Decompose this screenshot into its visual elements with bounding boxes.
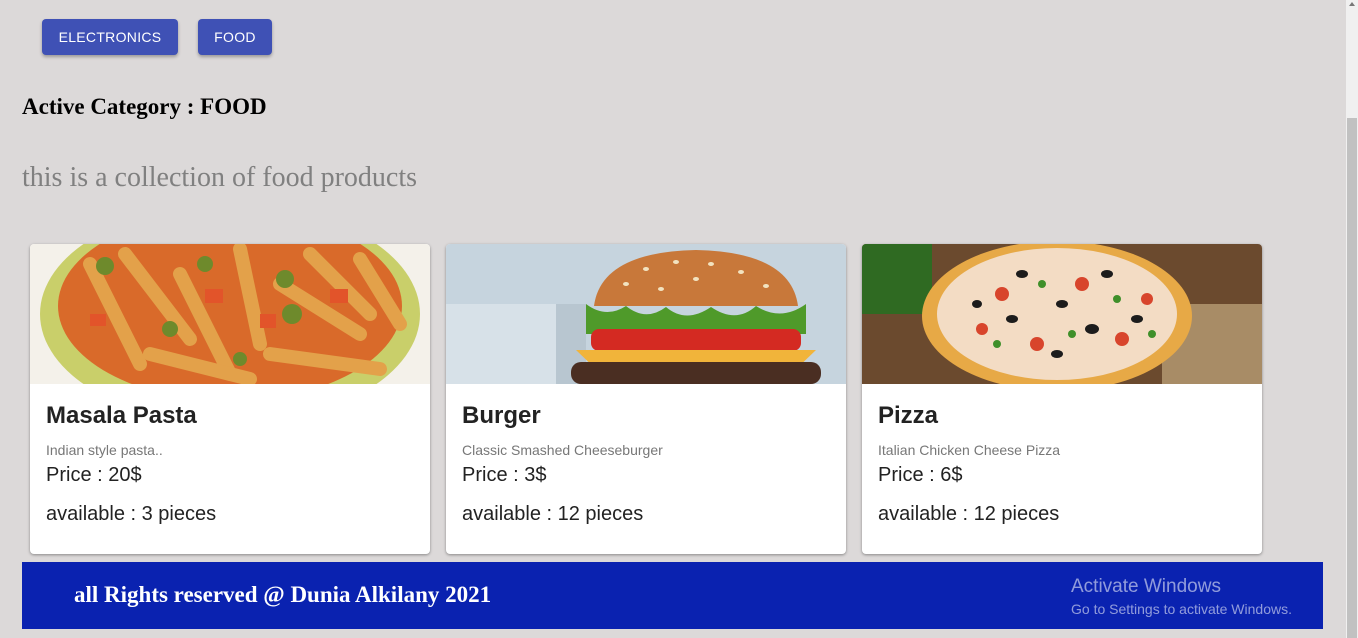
- vertical-scrollbar[interactable]: [1346, 0, 1358, 638]
- pizza-image: [862, 244, 1262, 384]
- electronics-category-button[interactable]: ELECTRONICS: [42, 19, 178, 55]
- watermark-title: Activate Windows: [1071, 576, 1221, 597]
- product-price: Price : 6$: [878, 464, 963, 486]
- product-card-burger[interactable]: Burger Classic Smashed Cheeseburger Pric…: [446, 244, 846, 554]
- product-description: Indian style pasta..: [46, 442, 163, 458]
- watermark-subtitle: Go to Settings to activate Windows.: [1071, 601, 1292, 617]
- scroll-up-arrow-icon[interactable]: [1349, 2, 1355, 6]
- product-name: Burger: [462, 402, 541, 429]
- product-availability: available : 12 pieces: [462, 503, 644, 525]
- product-name: Masala Pasta: [46, 402, 197, 429]
- product-price: Price : 3$: [462, 464, 547, 486]
- product-name: Pizza: [878, 402, 939, 429]
- burger-image: [446, 244, 846, 384]
- product-card-masala-pasta[interactable]: Masala Pasta Indian style pasta.. Price …: [30, 244, 430, 554]
- copyright-text: all Rights reserved @ Dunia Alkilany 202…: [74, 582, 492, 607]
- product-availability: available : 12 pieces: [878, 503, 1060, 525]
- food-category-button[interactable]: FOOD: [198, 19, 272, 55]
- pasta-image: [30, 244, 430, 384]
- scrollbar-thumb[interactable]: [1347, 118, 1357, 638]
- product-price: Price : 20$: [46, 464, 142, 486]
- active-category-heading: Active Category : FOOD: [22, 94, 267, 119]
- product-availability: available : 3 pieces: [46, 503, 217, 525]
- product-description: Classic Smashed Cheeseburger: [462, 442, 663, 458]
- product-description: Italian Chicken Cheese Pizza: [878, 442, 1061, 458]
- product-card-pizza[interactable]: Pizza Italian Chicken Cheese Pizza Price…: [862, 244, 1262, 554]
- windows-activation-watermark: Activate Windows Go to Settings to activ…: [1071, 576, 1292, 617]
- category-description: this is a collection of food products: [22, 162, 418, 193]
